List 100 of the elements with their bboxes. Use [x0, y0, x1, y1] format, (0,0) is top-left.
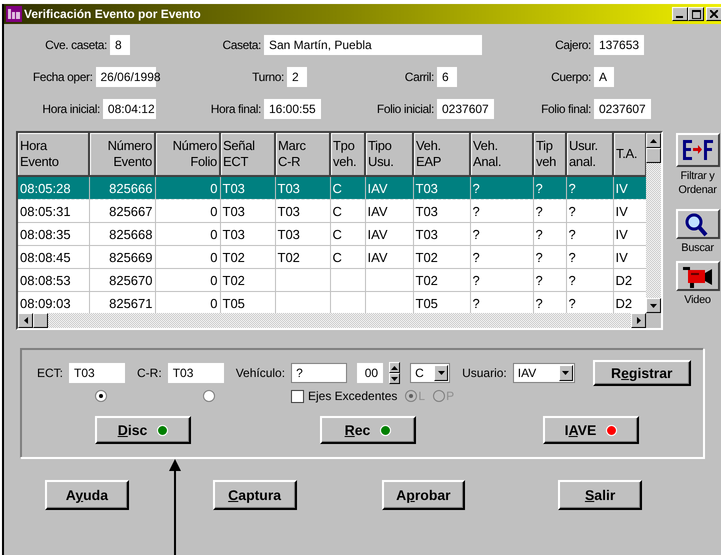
column-header[interactable]: Hora Evento	[18, 133, 89, 176]
table-cell: ?	[536, 250, 543, 264]
scroll-thumb[interactable]	[646, 148, 661, 163]
column-header[interactable]: Número Folio	[155, 133, 220, 176]
column-header[interactable]: Marc C-R	[275, 133, 330, 176]
column-header[interactable]: Tpo veh.	[330, 133, 365, 176]
up-arrow-icon	[650, 138, 657, 142]
sort-arrow-icon	[680, 137, 714, 163]
maximize-icon	[692, 10, 700, 18]
right-arrow-icon	[636, 317, 640, 324]
dropdown[interactable]: IAV	[512, 363, 575, 383]
text-field[interactable]: 8	[110, 35, 130, 55]
action-button[interactable]: Captura	[212, 480, 296, 510]
table-cell: T03	[222, 180, 245, 196]
table-cell: ?	[536, 272, 543, 288]
checkbox[interactable]	[291, 390, 304, 402]
table-cell: T03	[222, 226, 245, 242]
checkbox-label: Ejes Excedentes	[308, 389, 398, 403]
table-cell: 825668	[109, 226, 152, 242]
table-cell: T02	[416, 272, 438, 288]
tool-button[interactable]	[676, 209, 720, 239]
table-cell: ?	[472, 180, 480, 196]
number-field[interactable]: 00	[357, 363, 384, 383]
table-cell: 08:09:03	[20, 296, 71, 310]
spin-up-button[interactable]	[389, 362, 400, 373]
column-header[interactable]: Veh. EAP	[413, 133, 470, 176]
maximize-button[interactable]	[688, 7, 704, 21]
up-arrow-icon	[391, 366, 398, 370]
text-field[interactable]: ?	[291, 363, 348, 383]
table-cell: T03	[278, 226, 300, 242]
close-icon	[710, 10, 718, 18]
table-cell: IAV	[368, 180, 388, 196]
field-label: Carril:	[404, 70, 434, 84]
action-button[interactable]: Salir	[558, 480, 642, 510]
tool-button[interactable]	[676, 261, 720, 291]
table-row[interactable]: 08:08:53 825670 0 T02 T02 ? ? ? D2	[18, 268, 646, 292]
action-button[interactable]: Ayuda	[45, 480, 129, 510]
minimize-button[interactable]	[672, 7, 688, 21]
text-field[interactable]: 2	[287, 67, 307, 87]
table-cell: 0	[210, 296, 218, 310]
text-field[interactable]: 0237607	[437, 99, 494, 119]
table-cell: 08:08:45	[20, 250, 71, 264]
column-header[interactable]: Veh. Anal.	[470, 133, 533, 176]
radio-button[interactable]	[95, 390, 107, 402]
field-label: Caseta:	[221, 38, 261, 52]
horizontal-scrollbar[interactable]	[18, 313, 646, 328]
field-label: Folio inicial:	[376, 102, 434, 116]
table-cell: ?	[472, 226, 480, 242]
field-label: Cajero:	[554, 38, 591, 52]
table-row[interactable]: 08:05:31 825667 0 T03 T03 C IAV T03 ? ? ? IV	[18, 200, 646, 222]
down-arrow-icon	[391, 376, 398, 380]
radio-button[interactable]	[203, 390, 215, 402]
text-field[interactable]: A	[594, 67, 614, 87]
table-row[interactable]: 08:08:35 825668 0 T03 T03 C IAV T03 ? ? ? IV	[18, 222, 646, 246]
column-header[interactable]: Tip veh	[533, 133, 566, 176]
text-field[interactable]: T03	[69, 363, 126, 383]
column-header[interactable]: Tipo Usu.	[365, 133, 413, 176]
table-cell: 0	[210, 204, 218, 218]
spin-down-button[interactable]	[389, 373, 400, 384]
table-cell: 08:08:35	[20, 226, 71, 242]
text-field[interactable]: 08:04:12	[102, 99, 156, 119]
text-field[interactable]: San Martín, Puebla	[264, 35, 482, 55]
text-field[interactable]: 6	[437, 67, 457, 87]
close-button[interactable]	[706, 7, 721, 21]
table-cell: 08:05:28	[20, 180, 71, 196]
dropdown[interactable]: C	[410, 363, 450, 383]
column-header[interactable]: T.A.	[613, 133, 646, 176]
column-header[interactable]: Señal ECT	[220, 133, 275, 176]
status-button[interactable]: Rec	[320, 416, 416, 444]
register-button[interactable]: Registrar	[592, 360, 691, 386]
table-cell: ?	[568, 250, 576, 264]
column-header[interactable]: Usur. anal.	[566, 133, 613, 176]
status-button[interactable]: Disc	[95, 416, 191, 444]
table-cell: 825670	[109, 272, 152, 288]
table-cell: T03	[278, 180, 300, 196]
text-field[interactable]: 137653	[594, 35, 644, 55]
action-button[interactable]: Aprobar	[382, 480, 466, 510]
field-label: Hora inicial:	[41, 102, 100, 116]
down-arrow-icon	[562, 371, 570, 375]
table-cell: ?	[472, 250, 480, 264]
table-row[interactable]: 08:08:45 825669 0 T02 T02 C IAV T02 ? ? ? IV	[18, 246, 646, 268]
scroll-thumb[interactable]	[33, 313, 48, 328]
field-label: Cve. caseta:	[44, 38, 107, 52]
text-field[interactable]: 16:00:55	[264, 99, 321, 119]
table-cell: D2	[616, 296, 632, 310]
table-cell: 0	[210, 226, 218, 242]
table-cell: ?	[536, 204, 543, 218]
text-field[interactable]: T03	[168, 363, 224, 383]
table-row[interactable]: 08:05:28 825666 0 T03 T03 C IAV T03 ? ? ? IV	[18, 176, 646, 200]
text-field[interactable]: 0237607	[594, 99, 651, 119]
table-cell: 0	[210, 180, 218, 196]
vertical-scrollbar[interactable]	[646, 133, 661, 313]
field-label: Hora final:	[210, 102, 261, 116]
table-cell: ?	[536, 226, 543, 242]
tool-button[interactable]	[676, 133, 720, 167]
table-cell: C	[332, 204, 342, 218]
tool-label: Filtrar y Ordenar	[678, 169, 717, 197]
table-cell: IV	[616, 250, 628, 264]
column-header[interactable]: Número Evento	[89, 133, 155, 176]
status-button[interactable]: IAVE	[543, 416, 639, 444]
